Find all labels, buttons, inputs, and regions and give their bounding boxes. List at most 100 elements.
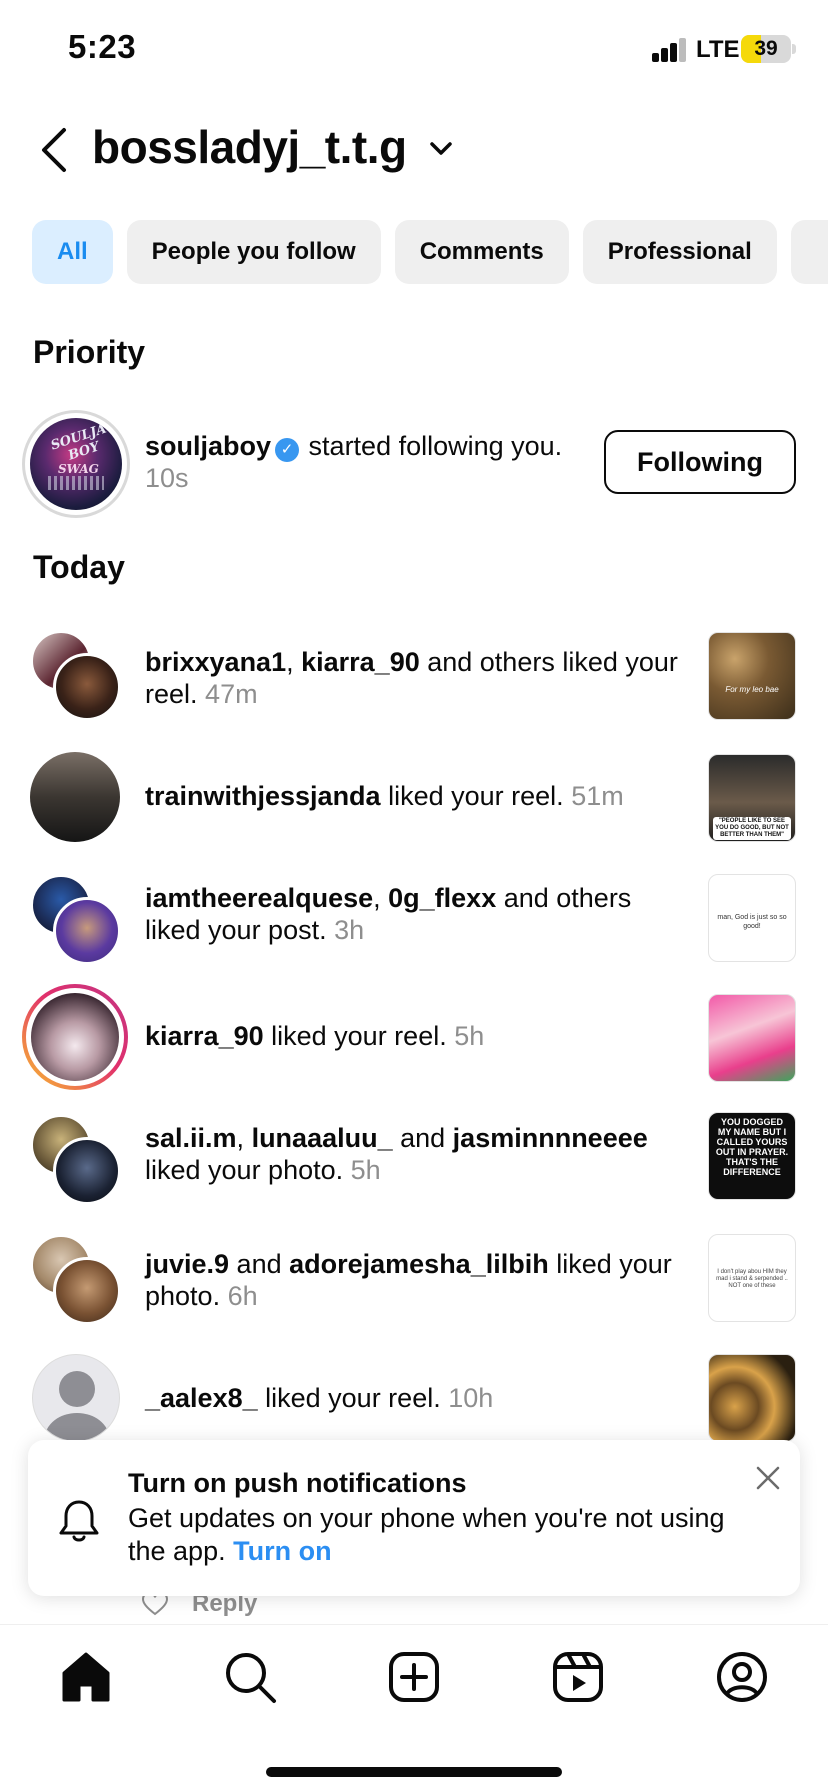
priority-heading: Priority [33, 334, 146, 370]
push-body: Get updates on your phone when you're no… [128, 1502, 728, 1568]
push-notification-card: Turn on push notifications Get updates o… [28, 1440, 800, 1596]
filter-chips: All People you follow Comments Professional [32, 220, 828, 284]
today-heading: Today [33, 549, 125, 585]
search-icon[interactable] [222, 1649, 278, 1705]
thumbnail-caption: "PEOPLE LIKE TO SEE YOU DO GOOD, BUT NOT… [713, 817, 791, 840]
list-item[interactable]: juvie.9 and adorejamesha_lilbih liked yo… [0, 1232, 828, 1328]
username[interactable]: lunaaaluu_ [252, 1123, 393, 1153]
turn-on-link[interactable]: Turn on [233, 1536, 331, 1566]
list-item[interactable]: _aalex8_ liked your reel. 10h [0, 1352, 828, 1448]
photo-thumbnail[interactable]: I don't play abou HIM they mad i stand &… [708, 1234, 796, 1322]
reel-thumbnail[interactable] [708, 1354, 796, 1442]
separator: and [392, 1123, 453, 1153]
timestamp: 51m [571, 781, 624, 811]
username[interactable]: kiarra_90 [301, 647, 420, 677]
separator: , [373, 883, 389, 913]
thumbnail-caption: man, God is just so so good! [717, 914, 787, 930]
timestamp: 5h [454, 1021, 485, 1051]
push-body-text: Get updates on your phone when you're no… [128, 1503, 725, 1566]
thumbnail-caption: YOU DOGGED MY NAME BUT I CALLED YOURS OU… [715, 1117, 789, 1177]
avatar[interactable] [53, 897, 121, 965]
back-arrow-icon[interactable] [36, 126, 76, 174]
filter-all[interactable]: All [32, 220, 113, 284]
avatar[interactable] [30, 752, 120, 842]
default-avatar[interactable] [32, 1354, 120, 1442]
username[interactable]: juvie.9 [145, 1249, 229, 1279]
username[interactable]: kiarra_90 [145, 1021, 264, 1051]
create-icon[interactable] [386, 1649, 442, 1705]
reel-thumbnail[interactable]: "PEOPLE LIKE TO SEE YOU DO GOOD, BUT NOT… [708, 754, 796, 842]
timestamp: 10s [145, 463, 189, 493]
list-item[interactable]: trainwithjessjanda liked your reel. 51m … [0, 752, 828, 848]
notification-text: trainwithjessjanda liked your reel. 51m [145, 780, 680, 812]
filter-people-you-follow[interactable]: People you follow [126, 220, 381, 284]
reel-thumbnail[interactable]: For my leo bae [708, 632, 796, 720]
list-item[interactable]: kiarra_90 liked your reel. 5h [0, 984, 828, 1092]
avatar[interactable] [53, 1257, 121, 1325]
account-title[interactable]: bossladyj_t.t.g [92, 120, 407, 174]
home-icon[interactable] [58, 1649, 114, 1705]
reels-icon[interactable] [550, 1649, 606, 1705]
battery-icon: 39 [741, 35, 791, 63]
avatar[interactable] [53, 1137, 121, 1205]
bottom-tab-bar [0, 1624, 828, 1792]
username[interactable]: adorejamesha_lilbih [289, 1249, 549, 1279]
separator: and [229, 1249, 290, 1279]
network-label: LTE [696, 36, 740, 63]
home-indicator [266, 1767, 562, 1777]
action-text: liked your reel. [257, 1383, 441, 1413]
separator: , [236, 1123, 252, 1153]
list-item[interactable]: brixxyana1, kiarra_90 and others liked y… [0, 628, 828, 724]
thumbnail-caption: For my leo bae [725, 685, 779, 694]
timestamp: 10h [448, 1383, 494, 1413]
following-button[interactable]: Following [604, 430, 796, 494]
signal-icon [652, 38, 688, 62]
username[interactable]: sal.ii.m [145, 1123, 237, 1153]
story-ring[interactable] [22, 984, 128, 1090]
avatar-text-3: SWAG [58, 462, 99, 476]
action-text: liked your reel. [380, 781, 564, 811]
username[interactable]: trainwithjessjanda [145, 781, 381, 811]
bell-icon [59, 1500, 99, 1542]
push-title: Turn on push notifications [128, 1468, 467, 1498]
timestamp: 47m [205, 679, 258, 709]
username[interactable]: souljaboy [145, 431, 271, 461]
status-time: 5:23 [68, 28, 137, 65]
notification-text: kiarra_90 liked your reel. 5h [145, 1020, 680, 1052]
profile-icon[interactable] [714, 1649, 770, 1705]
filter-more[interactable] [790, 220, 828, 284]
filter-comments[interactable]: Comments [394, 220, 569, 284]
username[interactable]: 0g_flexx [388, 883, 496, 913]
action-text: started following you. [308, 431, 563, 461]
username[interactable]: brixxyana1 [145, 647, 286, 677]
priority-notification-text[interactable]: souljaboy ✓ started following you. 10s [145, 430, 585, 494]
username[interactable]: jasminnnneeee [453, 1123, 648, 1153]
verified-badge-icon: ✓ [275, 438, 300, 462]
notification-text: sal.ii.m, lunaaaluu_ and jasminnnneeee l… [145, 1122, 680, 1186]
photo-thumbnail[interactable]: YOU DOGGED MY NAME BUT I CALLED YOURS OU… [708, 1112, 796, 1200]
avatar [31, 993, 119, 1081]
chevron-down-icon[interactable] [428, 138, 454, 160]
username[interactable]: _aalex8_ [145, 1383, 258, 1413]
action-text: liked your reel. [263, 1021, 447, 1051]
priority-avatar[interactable]: SOULJA BOY SWAG [30, 418, 122, 510]
separator: , [286, 647, 302, 677]
notification-text: iamtheerealquese, 0g_flexx and others li… [145, 882, 680, 946]
battery-level: 39 [754, 37, 778, 60]
notification-text: juvie.9 and adorejamesha_lilbih liked yo… [145, 1248, 680, 1312]
list-item[interactable]: iamtheerealquese, 0g_flexx and others li… [0, 872, 828, 972]
timestamp: 6h [227, 1281, 258, 1311]
list-item[interactable]: sal.ii.m, lunaaaluu_ and jasminnnneeee l… [0, 1112, 828, 1208]
username[interactable]: iamtheerealquese [145, 883, 373, 913]
notification-text: brixxyana1, kiarra_90 and others liked y… [145, 646, 680, 710]
close-icon[interactable] [755, 1465, 781, 1491]
reel-thumbnail[interactable] [708, 994, 796, 1082]
post-thumbnail[interactable]: man, God is just so so good! [708, 874, 796, 962]
filter-professional[interactable]: Professional [582, 220, 777, 284]
battery-nub [792, 44, 796, 54]
header: bossladyj_t.t.g [0, 110, 828, 190]
timestamp: 3h [334, 915, 365, 945]
thumbnail-caption: I don't play abou HIM they mad i stand &… [716, 1269, 788, 1289]
status-bar: 5:23 LTE 39 [0, 0, 828, 100]
avatar[interactable] [53, 653, 121, 721]
